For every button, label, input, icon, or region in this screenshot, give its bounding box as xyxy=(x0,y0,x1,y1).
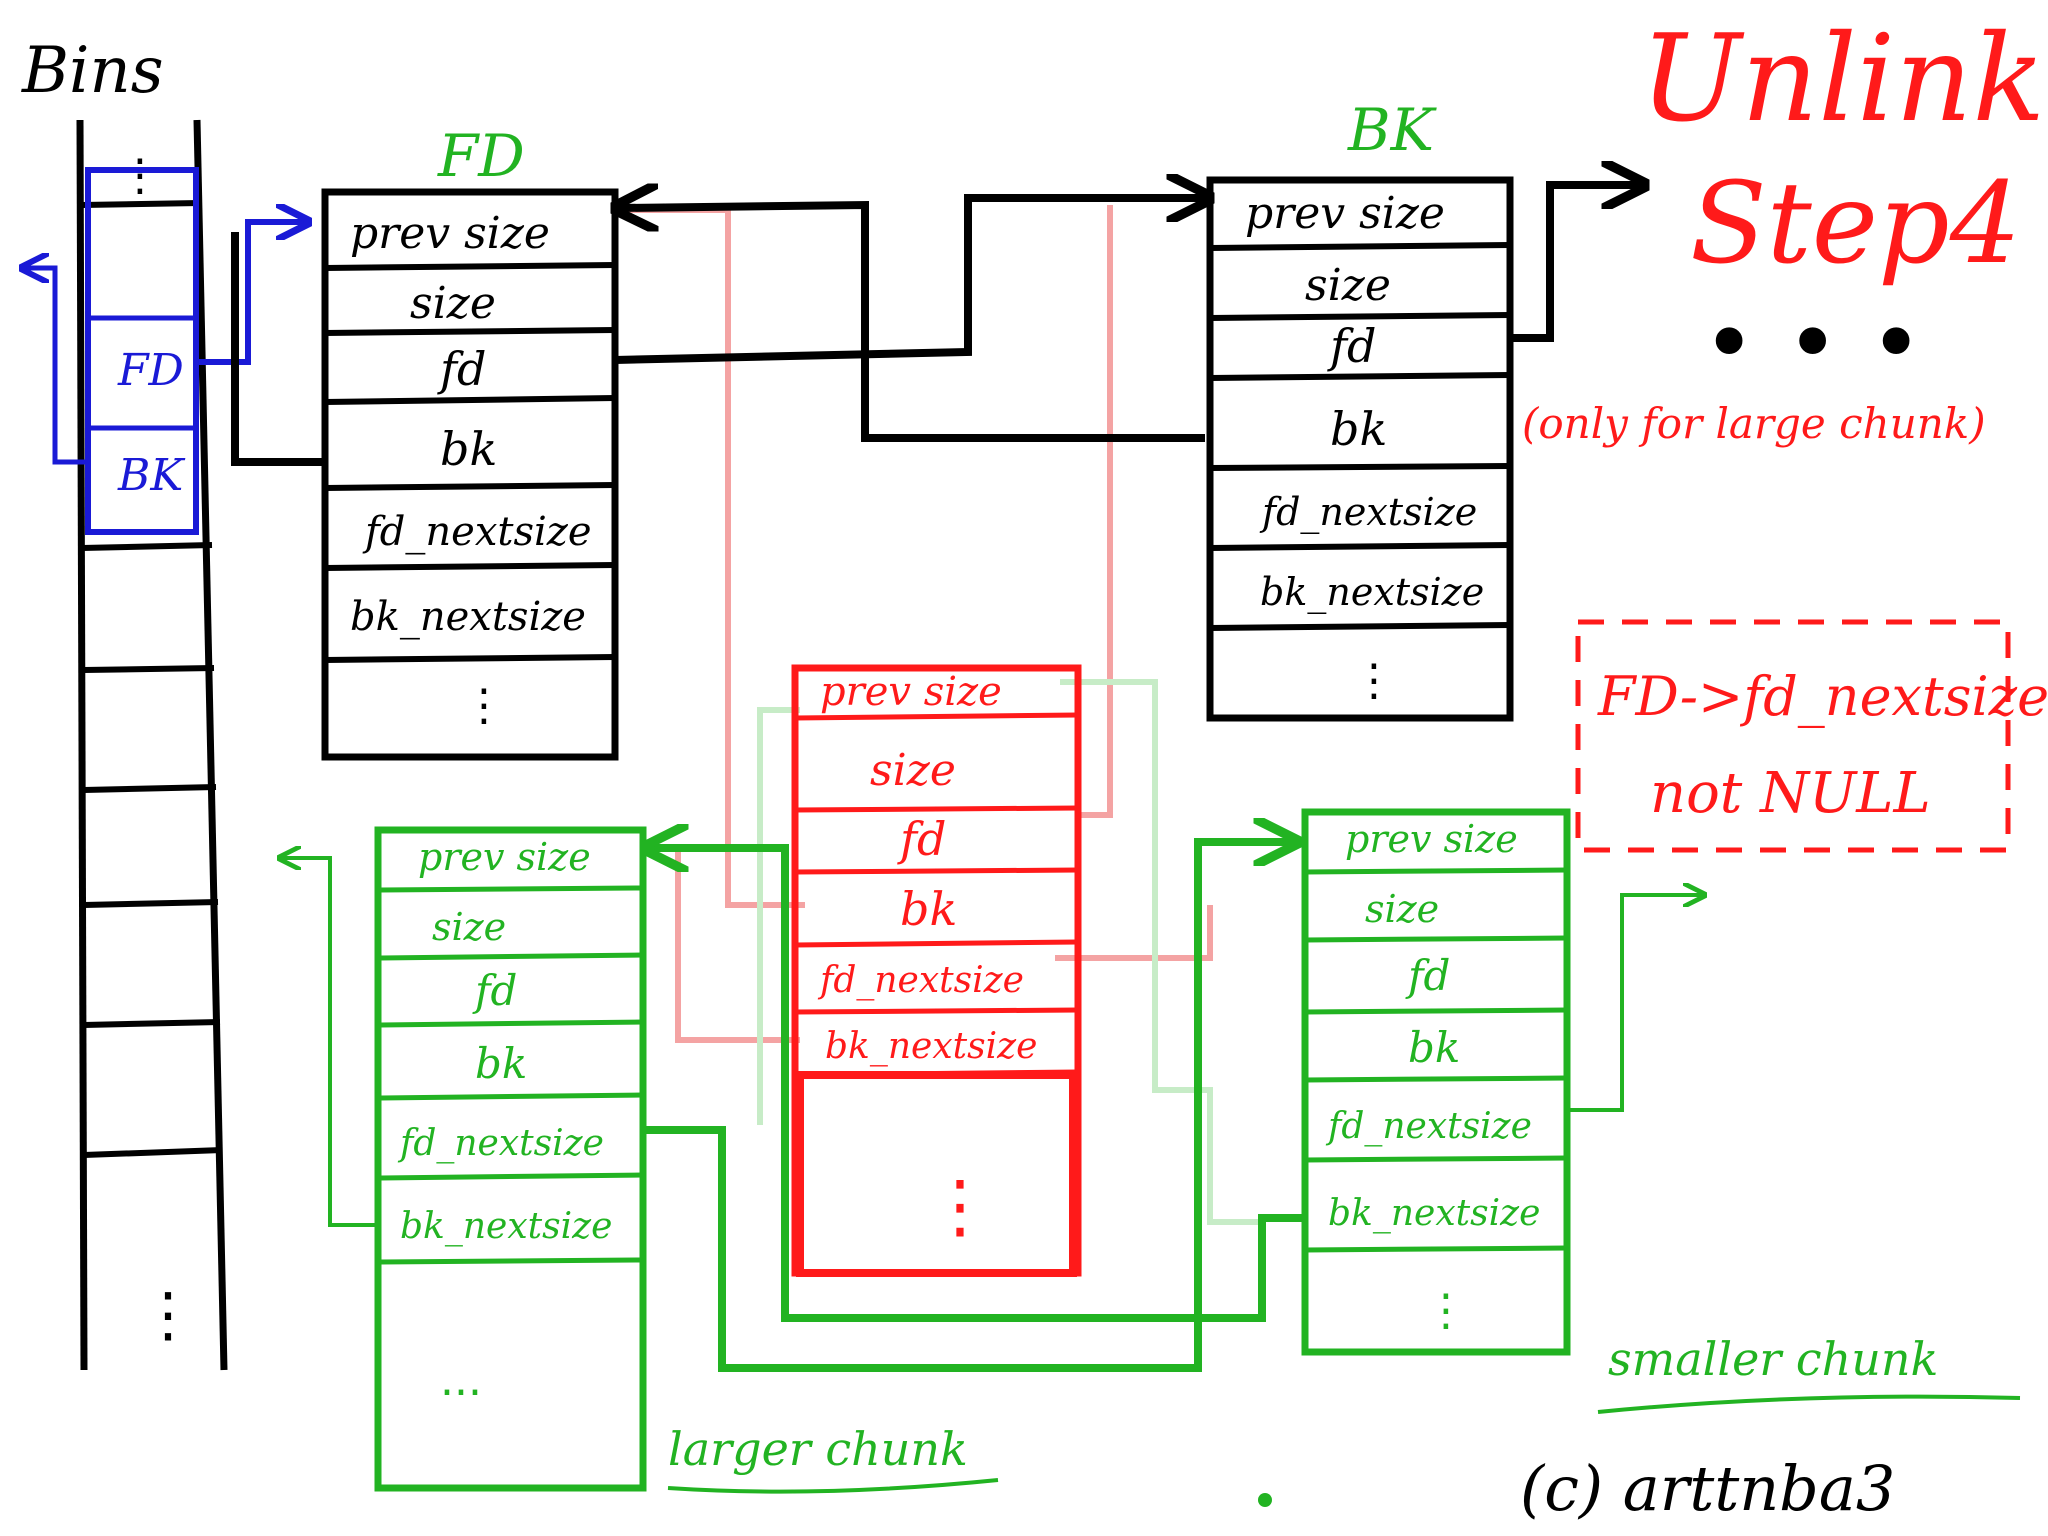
fd-bk-to-bk-chunk-link xyxy=(614,198,1205,364)
victim-chunk-tail: ⋮ xyxy=(925,1165,995,1247)
bins-fd-label: FD xyxy=(117,345,184,396)
larger-bk-next-back-link xyxy=(282,858,378,1227)
fd-chunk: FD prev size size fd bk fd_nextsize bk_n… xyxy=(321,122,619,761)
bk-field-fd: fd xyxy=(1327,319,1376,373)
condition-box: FD->fd_nextsize not NULL xyxy=(1575,619,2048,853)
smaller-field-bk: bk xyxy=(1408,1023,1460,1072)
smaller-bk-to-larger-link xyxy=(650,848,1305,1322)
victim-field-bk-nextsize: bk_nextsize xyxy=(825,1026,1037,1067)
larger-field-bk-nextsize: bk_nextsize xyxy=(400,1206,612,1247)
green-links xyxy=(643,842,1305,1372)
bk-field-bk: bk xyxy=(1330,402,1387,456)
victim-field-fd-nextsize: fd_nextsize xyxy=(817,960,1024,1001)
bk-field-size: size xyxy=(1305,260,1391,311)
victim-field-prev-size: prev size xyxy=(820,669,1002,715)
fd-field-fd: fd xyxy=(437,342,486,396)
bk-field-prev-size: prev size xyxy=(1245,188,1445,239)
bins-column: Bins ⋮ ⋮ FD BK xyxy=(21,34,305,1371)
larger-field-prev-size: prev size xyxy=(418,835,591,879)
larger-chunk-underline xyxy=(667,1478,999,1494)
victim-chunk: prev size size fd bk fd_nextsize bk_next… xyxy=(791,664,1082,1277)
fd-field-bk: bk xyxy=(440,422,497,476)
larger-field-fd: fd xyxy=(472,966,517,1015)
fd-field-prev-size: prev size xyxy=(350,208,550,259)
bins-title: Bins xyxy=(21,34,164,108)
bins-bottom-ellipsis: ⋮ xyxy=(138,1280,198,1350)
victim-field-bk: bk xyxy=(900,882,957,936)
bk-field-fd-nextsize: fd_nextsize xyxy=(1259,490,1477,535)
bins-bk-label: BK xyxy=(117,450,185,501)
fd-field-bk-nextsize: bk_nextsize xyxy=(350,594,586,640)
smaller-field-bk-nextsize: bk_nextsize xyxy=(1328,1193,1540,1234)
bk-field-bk-nextsize: bk_nextsize xyxy=(1260,570,1484,615)
larger-field-bk: bk xyxy=(475,1039,527,1088)
bins-top-ellipsis: ⋮ xyxy=(118,150,162,201)
larger-field-size: size xyxy=(432,905,506,949)
larger-chunk-label: larger chunk xyxy=(668,1422,968,1476)
larger-fd-next-to-smaller-link xyxy=(643,842,1292,1372)
smaller-chunk-label: smaller chunk xyxy=(1608,1332,1938,1386)
bins-fd-arrow xyxy=(198,222,305,365)
victim-field-size: size xyxy=(870,745,956,796)
bins-entry: FD BK xyxy=(85,167,199,535)
smaller-field-size: size xyxy=(1365,887,1439,931)
fd-field-size: size xyxy=(410,278,496,329)
smaller-field-fd-nextsize: fd_nextsize xyxy=(1325,1106,1532,1147)
bk-chunk-header: BK xyxy=(1347,96,1438,164)
bk-bk-to-fd-chunk-link xyxy=(620,205,1205,442)
smaller-chunk-underline xyxy=(1597,1394,2021,1414)
title-ellipsis: • • • xyxy=(1702,290,1923,397)
title-line1: Unlink. xyxy=(1640,10,2048,149)
victim-bk-faint-link xyxy=(615,207,805,908)
title-block: Unlink. Step4 • • • (only for large chun… xyxy=(1522,10,2048,448)
smaller-fd-next-forward-link xyxy=(1567,895,1702,1112)
bk-chunk: BK prev size size fd bk fd_nextsize bk_n… xyxy=(1206,96,1514,722)
larger-field-fd-nextsize: fd_nextsize xyxy=(397,1123,604,1164)
bk-fd-forward-link xyxy=(1512,185,1640,342)
unlink-step4-diagram: Bins ⋮ ⋮ FD BK FD prev size size fd bk f… xyxy=(0,10,2048,1525)
larger-chunk-tail: ... xyxy=(440,1355,482,1406)
stray-green-dot xyxy=(1258,1493,1272,1507)
fd-chunk-header: FD xyxy=(437,122,525,190)
smaller-field-prev-size: prev size xyxy=(1345,817,1518,861)
old-green-link-2 xyxy=(1060,679,1260,1225)
title-line2: Step4 xyxy=(1690,159,2021,289)
fd-chunk-tail: ⋮ xyxy=(462,680,506,731)
smaller-field-fd: fd xyxy=(1405,951,1450,1000)
fd-field-fd-nextsize: fd_nextsize xyxy=(362,509,592,555)
large-chunk-only-note: (only for large chunk) xyxy=(1522,399,1986,448)
condition-line1: FD->fd_nextsize xyxy=(1597,665,2048,728)
smaller-chunk: prev size size fd bk fd_nextsize bk_next… xyxy=(1301,808,2021,1414)
smaller-chunk-tail: ⋮ xyxy=(1424,1285,1468,1336)
condition-line2: not NULL xyxy=(1650,761,1931,826)
copyright: (c) arttnba3 xyxy=(1520,1452,1895,1525)
victim-field-fd: fd xyxy=(897,812,946,866)
bk-chunk-tail: ⋮ xyxy=(1352,655,1396,706)
